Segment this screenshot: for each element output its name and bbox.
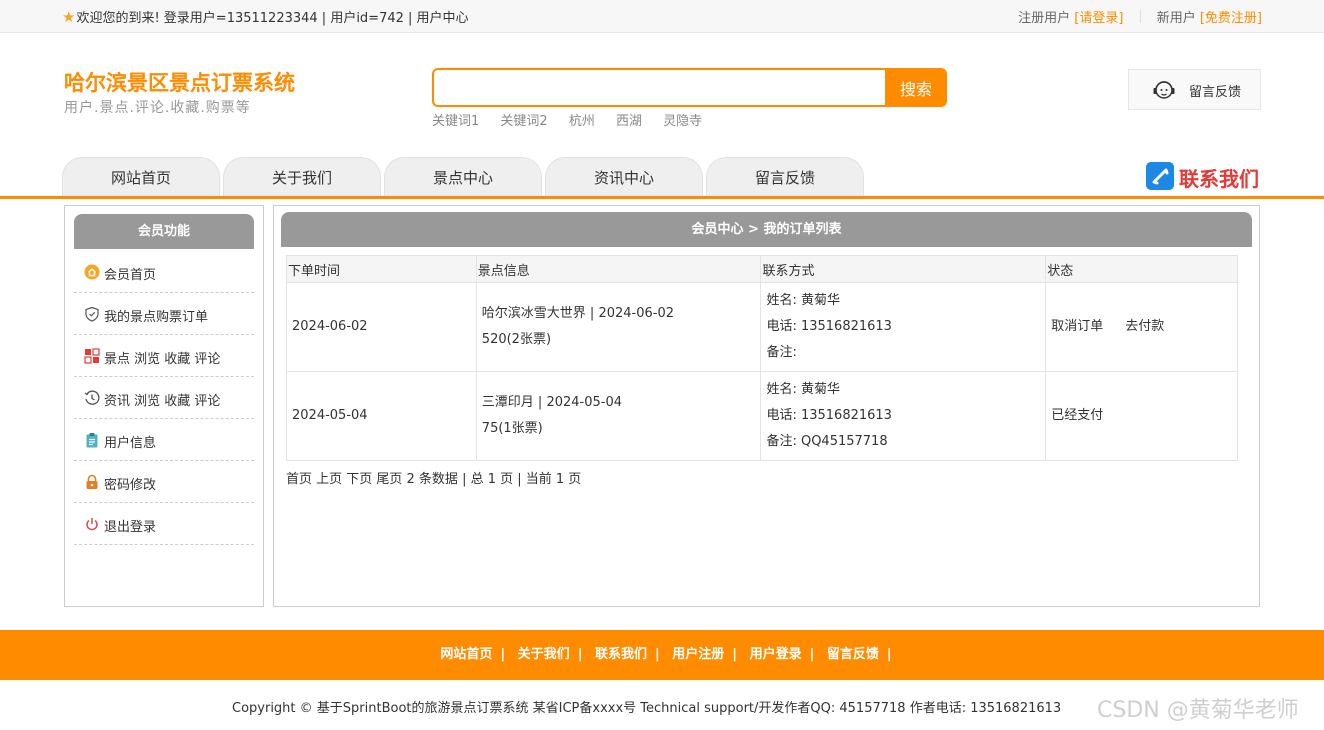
sidebar-item-user-info[interactable]: 用户信息 xyxy=(74,419,254,461)
phone-icon xyxy=(1146,162,1174,190)
sidebar-item-label: 我的景点购票订单 xyxy=(104,310,209,325)
site-title: 哈尔滨景区景点订票系统 xyxy=(64,71,295,95)
home-icon xyxy=(84,264,100,280)
sidebar-item-label: 资讯 浏览 收藏 评论 xyxy=(104,394,221,409)
copyright-text: Copyright © 基于SprintBoot的旅游景点订票系统 某省ICP备… xyxy=(232,701,1062,716)
sidebar-item-orders[interactable]: 我的景点购票订单 xyxy=(74,293,254,335)
free-register-link[interactable]: [免费注册] xyxy=(1200,11,1262,26)
contact-note: 备注: xyxy=(766,345,797,360)
contact-us-label: 联系我们 xyxy=(1179,167,1259,191)
lock-icon xyxy=(86,474,98,489)
footer-link-about[interactable]: 关于我们 xyxy=(518,647,570,662)
member-sidebar: 会员功能 会员首页 我的景点购票订单 景点 浏览 收藏 评论 资讯 浏览 收藏 … xyxy=(64,205,264,607)
sidebar-item-label: 退出登录 xyxy=(104,520,157,535)
sidebar-item-label: 景点 浏览 收藏 评论 xyxy=(104,352,221,367)
footer-links: 网站首页 | 关于我们 | 联系我们 | 用户注册 | 用户登录 | 留言反馈 | xyxy=(0,630,1324,680)
footer-link-home[interactable]: 网站首页 xyxy=(440,647,492,662)
table-row: 2024-05-04 三潭印月 | 2024-05-04 75(1张票) 姓名:… xyxy=(286,371,1238,461)
sidebar-title: 会员功能 xyxy=(74,214,254,249)
grid-icon xyxy=(84,348,100,364)
nav-tab-home[interactable]: 网站首页 xyxy=(62,157,220,197)
sidebar-item-member-home[interactable]: 会员首页 xyxy=(74,251,254,293)
order-price: 75(1张票) xyxy=(481,421,543,436)
pagination[interactable]: 首页 上页 下页 尾页 2 条数据 | 总 1 页 | 当前 1 页 xyxy=(286,468,581,487)
feedback-button[interactable]: 留言反馈 xyxy=(1128,69,1261,110)
column-header: 联系方式 xyxy=(760,255,1047,283)
spot-name-date: 哈尔滨冰雪大世界 | 2024-06-02 xyxy=(481,306,674,321)
spot-name-date: 三潭印月 | 2024-05-04 xyxy=(481,395,622,410)
hot-keywords: 关键词1 关键词2 杭州 西湖 灵隐寺 xyxy=(432,110,719,129)
contact-name: 姓名: 黄菊华 xyxy=(766,382,840,397)
column-header: 景点信息 xyxy=(475,255,762,283)
column-header: 下单时间 xyxy=(286,255,477,283)
order-status: 取消订单 去付款 xyxy=(1045,282,1238,372)
order-panel: 会员中心 > 我的订单列表 下单时间 景点信息 联系方式 状态 2024-06-… xyxy=(273,205,1260,607)
star-icon: ★ xyxy=(62,8,76,26)
spot-info: 哈尔滨冰雪大世界 | 2024-06-02 520(2张票) xyxy=(475,282,762,372)
sidebar-item-spots[interactable]: 景点 浏览 收藏 评论 xyxy=(74,335,254,377)
sidebar-item-label: 密码修改 xyxy=(104,478,157,493)
hotword-link[interactable]: 关键词2 xyxy=(500,114,547,129)
sidebar-item-password[interactable]: 密码修改 xyxy=(74,461,254,503)
footer-link-register[interactable]: 用户注册 xyxy=(672,647,724,662)
welcome-area: ★欢迎您的到来! 登录用户=13511223344 | 用户id=742 | 用… xyxy=(62,7,469,26)
order-status: 已经支付 xyxy=(1045,371,1238,461)
watermark: CSDN @黄菊华老师 xyxy=(1097,698,1299,723)
breadcrumb: 会员中心 > 我的订单列表 xyxy=(281,212,1252,247)
order-time: 2024-05-04 xyxy=(286,371,477,461)
footer-link-feedback[interactable]: 留言反馈 xyxy=(827,647,879,662)
spot-info: 三潭印月 | 2024-05-04 75(1张票) xyxy=(475,371,762,461)
table-header-row: 下单时间 景点信息 联系方式 状态 xyxy=(286,255,1238,283)
nav-underline xyxy=(0,196,1324,199)
nav-tab-news[interactable]: 资讯中心 xyxy=(545,157,703,197)
sidebar-item-label: 用户信息 xyxy=(104,436,157,451)
account-links: 注册用户 [请登录] 新用户 [免费注册] xyxy=(1018,7,1262,26)
pay-link[interactable]: 去付款 xyxy=(1125,319,1164,334)
order-price: 520(2张票) xyxy=(481,332,552,347)
contact-info: 姓名: 黄菊华 电话: 13516821613 备注: QQ45157718 xyxy=(760,371,1047,461)
nav-tab-spots[interactable]: 景点中心 xyxy=(384,157,542,197)
contact-note: 备注: QQ45157718 xyxy=(766,434,888,449)
search-button[interactable]: 搜索 xyxy=(885,68,947,107)
hotword-link[interactable]: 杭州 xyxy=(569,114,595,129)
history-icon xyxy=(84,390,100,405)
customer-service-icon xyxy=(1153,81,1175,99)
column-header: 状态 xyxy=(1045,255,1238,283)
hotword-link[interactable]: 关键词1 xyxy=(432,114,479,129)
hotword-link[interactable]: 西湖 xyxy=(616,114,642,129)
paid-status: 已经支付 xyxy=(1051,408,1104,423)
top-bar: ★欢迎您的到来! 登录用户=13511223344 | 用户id=742 | 用… xyxy=(0,0,1324,33)
cancel-order-link[interactable]: 取消订单 xyxy=(1051,319,1103,334)
orders-table: 下单时间 景点信息 联系方式 状态 2024-06-02 哈尔滨冰雪大世界 | … xyxy=(286,255,1238,461)
sidebar-item-news[interactable]: 资讯 浏览 收藏 评论 xyxy=(74,377,254,419)
login-link[interactable]: [请登录] xyxy=(1074,11,1123,26)
footer-link-contact[interactable]: 联系我们 xyxy=(595,647,647,662)
site-subtitle: 用户.景点.评论.收藏.购票等 xyxy=(64,100,251,116)
nav-tab-feedback[interactable]: 留言反馈 xyxy=(706,157,864,197)
sidebar-item-logout[interactable]: 退出登录 xyxy=(74,503,254,545)
search-bar: 搜索 xyxy=(432,68,947,107)
divider xyxy=(1139,10,1141,23)
clipboard-icon xyxy=(86,433,98,448)
nav-tab-about[interactable]: 关于我们 xyxy=(223,157,381,197)
search-input[interactable] xyxy=(432,68,887,107)
contact-phone: 电话: 13516821613 xyxy=(766,408,892,423)
table-row: 2024-06-02 哈尔滨冰雪大世界 | 2024-06-02 520(2张票… xyxy=(286,282,1238,372)
contact-phone: 电话: 13516821613 xyxy=(766,319,892,334)
register-user-label: 注册用户 xyxy=(1018,11,1071,26)
shield-icon xyxy=(85,306,99,322)
order-time: 2024-06-02 xyxy=(286,282,477,372)
new-user-label: 新用户 xyxy=(1156,11,1196,26)
welcome-text: 欢迎您的到来! 登录用户=13511223344 | 用户id=742 | 用户… xyxy=(76,11,469,26)
contact-name: 姓名: 黄菊华 xyxy=(766,293,840,308)
footer-link-login[interactable]: 用户登录 xyxy=(750,647,802,662)
sidebar-item-label: 会员首页 xyxy=(104,268,157,283)
power-icon xyxy=(86,518,98,531)
hotword-link[interactable]: 灵隐寺 xyxy=(663,114,702,129)
contact-info: 姓名: 黄菊华 电话: 13516821613 备注: xyxy=(760,282,1047,372)
feedback-label: 留言反馈 xyxy=(1189,85,1242,100)
